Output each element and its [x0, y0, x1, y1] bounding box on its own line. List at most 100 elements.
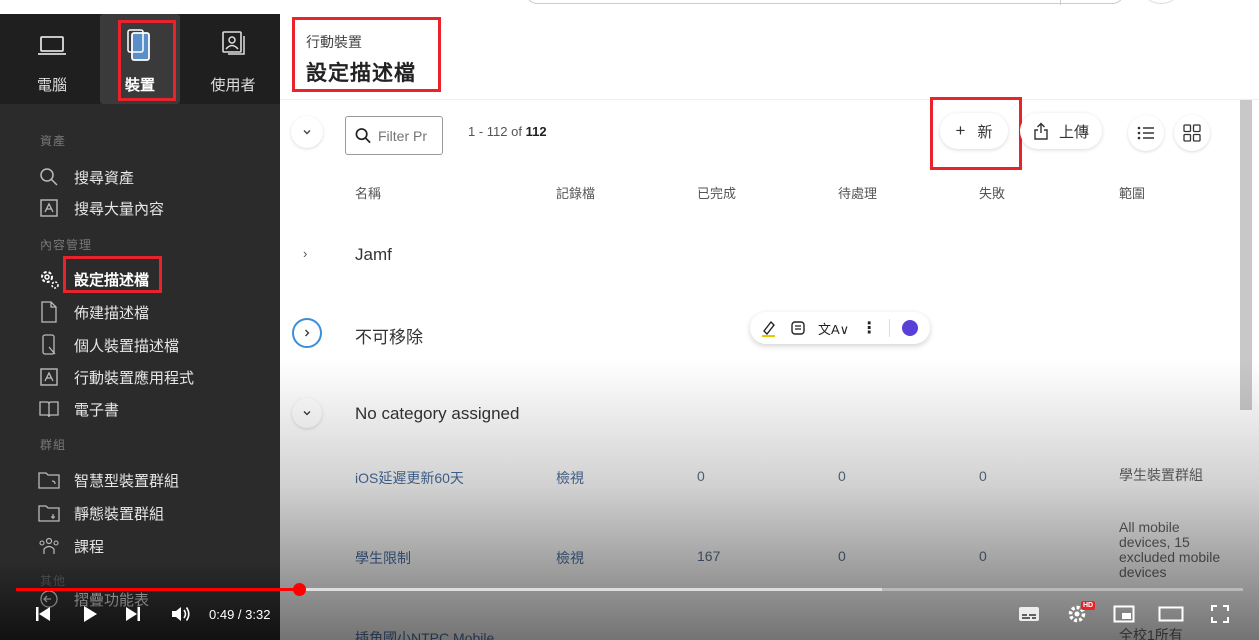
skip-next-icon	[126, 607, 140, 621]
column-header-failed[interactable]: 失敗	[979, 183, 1005, 202]
user-card-icon	[222, 31, 245, 55]
nav-users[interactable]: 使用者	[193, 14, 273, 104]
sidebar-item-smart-groups[interactable]: 智慧型裝置群組	[38, 467, 179, 493]
row-scope: 全校1所有	[1119, 627, 1183, 640]
note-icon[interactable]	[790, 320, 806, 336]
list-view-button[interactable]	[1128, 115, 1164, 151]
play-icon	[84, 606, 97, 622]
theater-mode-button[interactable]	[1157, 602, 1185, 626]
expand-jamf-chevron-icon[interactable]: ›	[303, 246, 307, 261]
column-header-logs[interactable]: 記錄檔	[556, 183, 595, 202]
chevron-down-icon	[303, 411, 311, 416]
sidebar-item-static-groups[interactable]: 靜態裝置群組	[38, 500, 164, 526]
fullscreen-button[interactable]	[1207, 602, 1233, 626]
new-button[interactable]: + 新	[940, 113, 1008, 149]
row-name-link[interactable]: 插角國小NTPC Mobile	[355, 628, 494, 640]
row-name-link[interactable]: iOS延遲更新60天	[355, 468, 464, 488]
chevron-down-icon	[303, 130, 311, 135]
nav-devices-label: 裝置	[124, 77, 155, 94]
row-pending: 0	[838, 468, 846, 484]
translate-icon[interactable]: 文A∨	[818, 319, 849, 338]
nav-computers-label: 電腦	[36, 77, 67, 94]
previous-button[interactable]	[32, 602, 54, 626]
column-header-scope[interactable]: 範圍	[1119, 183, 1145, 202]
column-header-pending[interactable]: 待處理	[838, 183, 877, 202]
avatar[interactable]	[1144, 0, 1178, 4]
sidebar-item-label: 個人裝置描述檔	[74, 337, 180, 355]
fullscreen-icon	[1211, 605, 1229, 623]
top-search-bar[interactable]	[525, 0, 1125, 5]
theater-mode-icon	[1158, 606, 1184, 622]
classes-icon	[38, 535, 60, 557]
nav-computers[interactable]: 電腦	[12, 14, 92, 104]
progress-scrubber[interactable]	[293, 583, 307, 596]
upload-button-label: 上傳	[1058, 123, 1089, 141]
miniplayer-button[interactable]	[1111, 602, 1137, 626]
progress-played	[16, 588, 300, 591]
row-completed: 167	[697, 548, 721, 564]
bulk-search-icon	[38, 197, 60, 219]
row-name-link[interactable]: 學生限制	[355, 548, 411, 568]
app-store-icon	[38, 366, 60, 388]
category-jamf[interactable]: Jamf	[355, 245, 392, 265]
assistant-icon[interactable]	[902, 320, 919, 336]
highlighter-icon[interactable]	[760, 319, 778, 337]
row-failed: 0	[979, 468, 987, 484]
nav-devices[interactable]: 裝置	[100, 14, 180, 104]
book-icon	[38, 398, 60, 420]
subtitles-icon	[1019, 607, 1039, 621]
search-icon	[38, 166, 60, 188]
sidebar-item-classes[interactable]: 課程	[38, 533, 104, 559]
row-log-link[interactable]: 檢視	[556, 548, 584, 568]
floating-toolbar: 文A∨ ⋮	[750, 312, 930, 344]
volume-button[interactable]	[168, 602, 194, 626]
row-pending: 0	[838, 548, 846, 564]
gear-icon	[38, 268, 60, 290]
sidebar-item-label: 佈建描述檔	[74, 304, 150, 322]
count-total: 112	[525, 124, 547, 139]
video-overlay-gradient	[280, 360, 1259, 640]
collapse-no-category-button[interactable]	[292, 398, 322, 428]
breadcrumb[interactable]: 行動裝置	[306, 32, 362, 52]
collapse-all-button[interactable]	[291, 116, 323, 148]
upload-button[interactable]: 上傳	[1020, 113, 1102, 149]
sidebar-item-label: 課程	[74, 538, 105, 556]
sidebar: 電腦 裝置 使用者 資產 搜尋資產 搜尋大量內容 內容管理 設定描述檔 佈建描述…	[0, 14, 280, 640]
subtitles-button[interactable]	[1016, 602, 1042, 626]
personal-device-icon	[38, 334, 60, 356]
row-log-link[interactable]: 檢視	[556, 468, 584, 488]
sidebar-item-label: 電子書	[74, 401, 120, 419]
section-heading-content: 內容管理	[40, 238, 93, 252]
row-scope: All mobile devices, 15 excluded mobile d…	[1119, 519, 1221, 580]
sidebar-item-search-assets[interactable]: 搜尋資產	[38, 164, 134, 190]
time-display: 0:49 / 3:32	[209, 607, 271, 622]
more-options-icon[interactable]: ⋮	[861, 318, 877, 338]
page-title: 設定描述檔	[306, 62, 416, 85]
category-non-removable[interactable]: 不可移除	[355, 323, 423, 348]
filter-field[interactable]	[345, 116, 443, 155]
category-no-category[interactable]: No category assigned	[355, 404, 519, 424]
sidebar-item-personal-device[interactable]: 個人裝置描述檔	[38, 332, 179, 358]
grid-view-button[interactable]	[1174, 115, 1210, 151]
column-header-completed[interactable]: 已完成	[697, 183, 736, 202]
sidebar-item-ebooks[interactable]: 電子書	[38, 396, 119, 422]
expand-non-removable-button[interactable]	[292, 318, 322, 348]
result-count: 1 - 112 of 112	[468, 124, 547, 139]
sidebar-item-label: 靜態裝置群組	[74, 505, 165, 523]
scrollbar[interactable]	[1240, 100, 1252, 410]
count-range: 1 - 112 of	[468, 124, 526, 139]
new-button-label: 新	[977, 123, 993, 141]
play-button[interactable]	[79, 602, 101, 626]
column-header-name[interactable]: 名稱	[355, 183, 381, 202]
sidebar-item-provisioning[interactable]: 佈建描述檔	[38, 299, 149, 325]
row-completed: 0	[697, 468, 705, 484]
sidebar-item-config-profiles[interactable]: 設定描述檔	[38, 266, 149, 292]
miniplayer-icon	[1113, 605, 1135, 623]
filter-input[interactable]	[378, 127, 442, 144]
sidebar-item-bulk-search[interactable]: 搜尋大量內容	[38, 195, 164, 221]
mobile-device-icon	[127, 29, 150, 61]
next-button[interactable]	[122, 602, 144, 626]
static-folder-icon	[38, 502, 60, 524]
file-icon	[38, 301, 60, 323]
sidebar-item-mobile-apps[interactable]: 行動裝置應用程式	[38, 364, 194, 390]
